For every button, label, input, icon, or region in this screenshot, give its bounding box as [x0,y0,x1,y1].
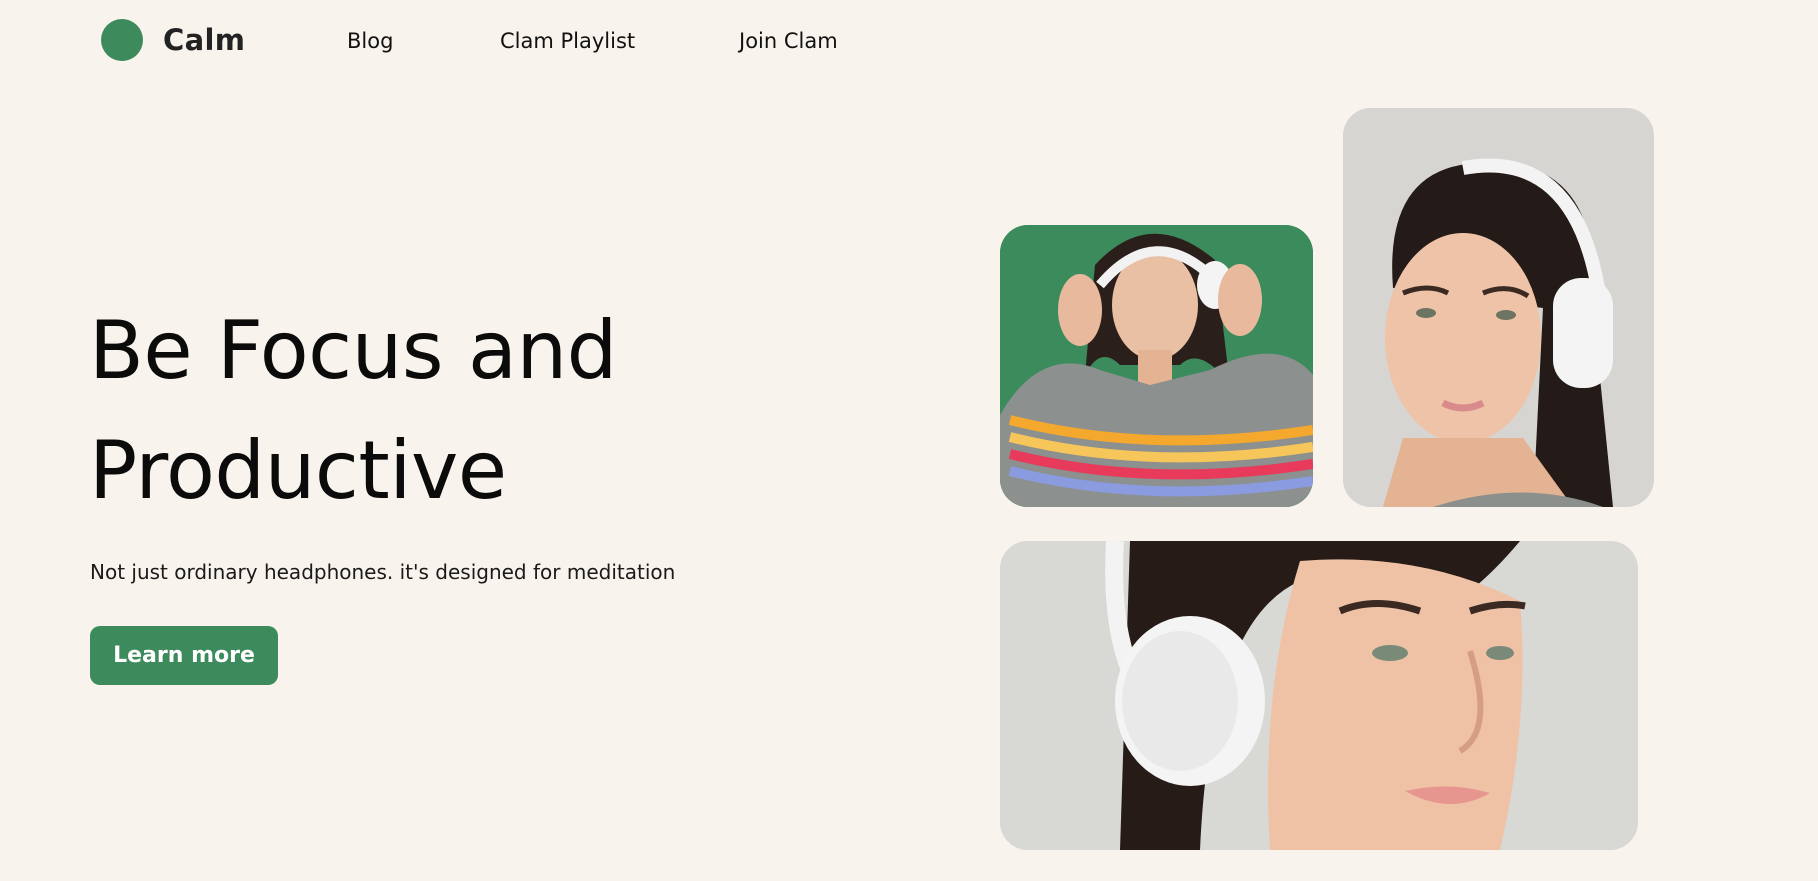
photo-woman-green-background [1000,225,1313,507]
nav-item-blog[interactable]: Blog [347,29,393,53]
hero-subtitle: Not just ordinary headphones. it's desig… [90,560,676,584]
photo-illustration [1000,225,1313,507]
logo-circle-icon [101,19,143,61]
nav-item-join-clam[interactable]: Join Clam [739,29,838,53]
hero-title-line-1: Be Focus and [89,304,617,397]
brand-logo[interactable]: Calm [101,19,245,61]
learn-more-button[interactable]: Learn more [90,626,278,685]
photo-illustration [1000,541,1638,850]
photo-woman-grey-background [1343,108,1654,507]
hero-title: Be Focus and Productive [89,291,617,531]
photo-woman-face-closeup [1000,541,1638,850]
nav-item-clam-playlist[interactable]: Clam Playlist [500,29,635,53]
brand-name: Calm [163,23,246,57]
hero-title-line-2: Productive [89,424,507,517]
photo-illustration [1343,108,1654,507]
landing-page: Calm Blog Clam Playlist Join Clam Be Foc… [0,0,1818,881]
